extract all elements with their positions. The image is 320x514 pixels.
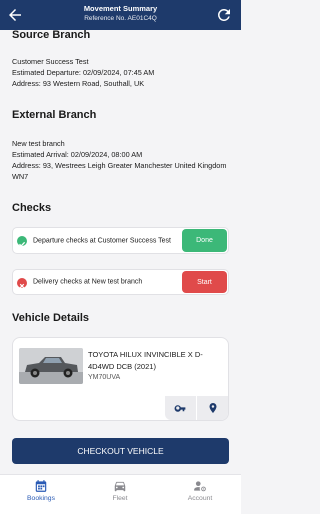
reference-number: Reference No. AE01C4Q bbox=[84, 15, 157, 22]
source-branch-title: Source Branch bbox=[12, 29, 91, 41]
account-settings-icon bbox=[194, 481, 206, 492]
nav-label: Bookings bbox=[27, 495, 55, 502]
nav-label: Fleet bbox=[112, 495, 128, 502]
start-button[interactable]: Start bbox=[182, 271, 227, 293]
check-item-label: Departure checks at Customer Success Tes… bbox=[33, 237, 171, 244]
done-button[interactable]: Done bbox=[182, 229, 227, 252]
external-branch-address: Address: 93, Westrees Leigh Greater Manc… bbox=[12, 161, 227, 181]
nav-item-account[interactable]: Account bbox=[170, 479, 230, 502]
header-title-group: Movement Summary Reference No. AE01C4Q bbox=[0, 3, 241, 24]
check-done-icon bbox=[17, 236, 27, 247]
external-branch-name: New test branch bbox=[12, 139, 65, 148]
location-button[interactable] bbox=[197, 396, 228, 420]
check-failed-icon bbox=[17, 278, 27, 289]
check-item-label: Delivery checks at New test branch bbox=[33, 278, 143, 286]
estimated-departure: Estimated Departure: 02/09/2024, 07:45 A… bbox=[12, 68, 155, 77]
nav-item-bookings[interactable]: Bookings bbox=[11, 479, 71, 502]
car-icon bbox=[114, 481, 126, 492]
location-pin-icon bbox=[209, 403, 216, 413]
source-branch-info: Customer Success Test Estimated Departur… bbox=[12, 56, 229, 89]
bottom-navigation: Bookings Fleet Account bbox=[0, 474, 241, 514]
nav-item-fleet[interactable]: Fleet bbox=[90, 479, 150, 502]
vehicle-registration: YM70UVA bbox=[88, 374, 121, 381]
external-branch-info: New test branch Estimated Arrival: 02/09… bbox=[12, 138, 229, 182]
app-header: Movement Summary Reference No. AE01C4Q bbox=[0, 0, 241, 30]
key-button[interactable] bbox=[165, 396, 196, 420]
vehicle-card[interactable]: TOYOTA HILUX INVINCIBLE X D-4D4WD DCB (2… bbox=[12, 337, 229, 421]
external-branch-title: External Branch bbox=[12, 109, 97, 121]
vehicle-name: TOYOTA HILUX INVINCIBLE X D-4D4WD DCB (2… bbox=[88, 350, 203, 371]
nav-label: Account bbox=[187, 495, 213, 502]
check-item-departure: Departure checks at Customer Success Tes… bbox=[12, 227, 229, 254]
check-item-delivery: Delivery checks at New test branch Start bbox=[12, 269, 229, 295]
vehicle-image bbox=[19, 348, 83, 384]
estimated-arrival: Estimated Arrival: 02/09/2024, 08:00 AM bbox=[12, 150, 143, 159]
key-icon bbox=[174, 404, 186, 412]
refresh-icon[interactable] bbox=[215, 6, 233, 24]
page-title: Movement Summary bbox=[83, 4, 158, 13]
vehicle-details-title: Vehicle Details bbox=[12, 312, 90, 324]
source-branch-address: Address: 93 Western Road, Southall, UK bbox=[12, 79, 145, 88]
calendar-icon bbox=[35, 480, 47, 492]
source-branch-name: Customer Success Test bbox=[12, 57, 89, 66]
checks-title: Checks bbox=[12, 202, 52, 214]
checkout-vehicle-button[interactable]: CHECKOUT VEHICLE bbox=[12, 438, 229, 464]
